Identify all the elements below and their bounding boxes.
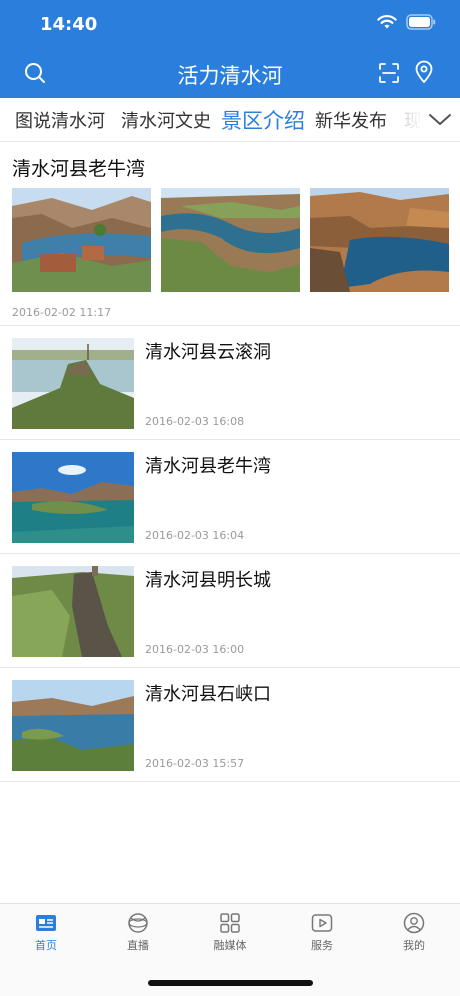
user-icon (403, 912, 425, 934)
tabbar-label: 我的 (403, 939, 425, 952)
featured-image-3[interactable] (310, 188, 449, 292)
tabbar-item-profile[interactable]: 我的 (368, 904, 460, 964)
news-title: 清水河县石峡口 (145, 684, 271, 705)
battery-icon (406, 14, 436, 30)
status-bar: 14:40 (0, 0, 460, 48)
nav-bar: 活力清水河 (0, 48, 460, 98)
news-title: 清水河县明长城 (145, 570, 271, 591)
list-item[interactable]: 清水河县老牛湾 2016-02-03 16:04 (0, 440, 460, 554)
news-time: 2016-02-03 15:57 (145, 757, 245, 770)
news-icon (36, 915, 56, 931)
featured-time: 2016-02-02 11:17 (12, 306, 112, 319)
grid-icon (220, 913, 240, 933)
tabbar-label: 首页 (35, 939, 57, 952)
list-item[interactable]: 清水河县明长城 2016-02-03 16:00 (0, 554, 460, 668)
news-time: 2016-02-03 16:04 (145, 529, 245, 542)
news-title: 清水河县老牛湾 (145, 456, 271, 477)
live-icon (128, 913, 148, 933)
tabs-expand-button[interactable] (420, 98, 460, 141)
scan-icon[interactable] (378, 62, 400, 84)
featured-article[interactable]: 清水河县老牛湾 2016-02-02 11:17 (0, 142, 460, 326)
wifi-icon (377, 15, 397, 29)
location-icon[interactable] (414, 60, 434, 84)
tabbar-label: 融媒体 (213, 939, 247, 952)
thumbnail-image[interactable] (12, 680, 134, 771)
tab-history[interactable]: 清水河文史 (121, 107, 211, 133)
list-item[interactable]: 清水河县石峡口 2016-02-03 15:57 (0, 668, 460, 782)
featured-image-2[interactable] (161, 188, 300, 292)
thumbnail-image[interactable] (12, 338, 134, 429)
tabbar-item-home[interactable]: 首页 (0, 904, 92, 964)
news-title: 清水河县云滚洞 (145, 342, 271, 363)
featured-title: 清水河县老牛湾 (12, 158, 146, 180)
tabbar-label: 直播 (127, 939, 149, 952)
list-item[interactable]: 清水河县云滚洞 2016-02-03 16:08 (0, 326, 460, 440)
tabbar-item-service[interactable]: 服务 (276, 904, 368, 964)
tab-graphic[interactable]: 图说清水河 (15, 107, 105, 133)
featured-image-1[interactable] (12, 188, 151, 292)
tabbar-item-live[interactable]: 直播 (92, 904, 184, 964)
tabbar-label: 服务 (311, 939, 333, 952)
play-icon (311, 914, 333, 932)
thumbnail-image[interactable] (12, 566, 134, 657)
thumbnail-image[interactable] (12, 452, 134, 543)
channel-tabs: 图说清水河 清水河文史 景区介绍 新华发布 现 (0, 98, 460, 142)
tab-scenic[interactable]: 景区介绍 (221, 105, 305, 135)
news-time: 2016-02-03 16:08 (145, 415, 245, 428)
news-time: 2016-02-03 16:00 (145, 643, 245, 656)
status-time: 14:40 (40, 14, 98, 35)
status-icons (376, 14, 436, 30)
tabbar-item-media[interactable]: 融媒体 (184, 904, 276, 964)
chevron-down-icon (429, 114, 451, 125)
tab-xinhua[interactable]: 新华发布 (315, 107, 387, 133)
home-indicator (148, 980, 313, 986)
